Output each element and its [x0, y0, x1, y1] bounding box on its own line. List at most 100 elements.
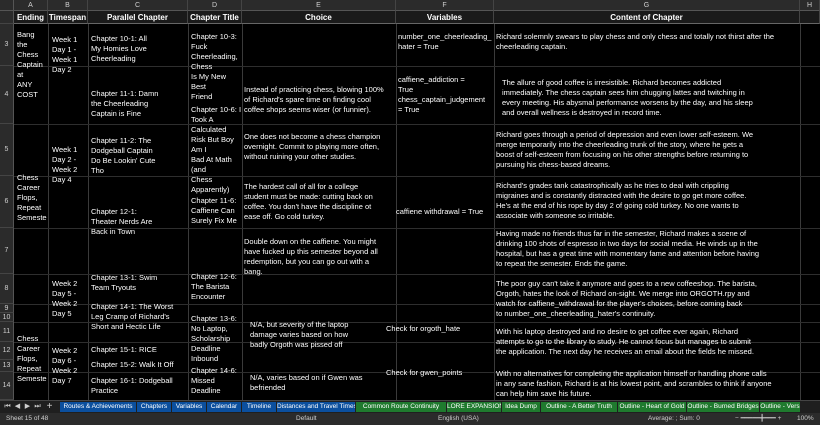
cell-variables[interactable]: number_one_cheerleading_ hater = True	[398, 32, 494, 52]
header-parallel-chapter[interactable]: Parallel Chapter	[88, 11, 188, 24]
cell-parallel-chapter[interactable]: Chapter 10-1: All My Homies Love Cheerle…	[91, 34, 187, 64]
row-header[interactable]: 3	[0, 24, 14, 66]
cell-chapter-title[interactable]: Chapter 14-6: Missed Deadline	[191, 366, 243, 396]
header-variables[interactable]: Variables	[396, 11, 494, 24]
sheet-tab[interactable]: Routes & Achievements	[60, 402, 136, 412]
cell-chapter-title[interactable]: Chapter 11-6: Caffiene Can Surely Fix Me	[191, 196, 243, 226]
column-header-h[interactable]: H	[800, 0, 820, 11]
row-header[interactable]: 14	[0, 372, 14, 400]
cell-choice[interactable]: One does not become a chess champion ove…	[244, 132, 396, 162]
sheet-tab[interactable]: Calendar	[207, 402, 241, 412]
cell-parallel-chapter[interactable]: Chapter 14-1: The Worst Leg Cramp of Ric…	[91, 302, 187, 332]
row-header-header[interactable]	[0, 11, 14, 24]
row-header[interactable]: 7	[0, 228, 14, 274]
row-header[interactable]: 6	[0, 176, 14, 228]
cell-variables[interactable]: caffiene_addiction = True chess_captain_…	[398, 75, 494, 115]
cell-chapter-title[interactable]: Chapter 13-6: No Laptop, Scholarship Dea…	[191, 314, 243, 364]
last-sheet-icon[interactable]: ⏭	[33, 402, 42, 412]
header-ending[interactable]: Ending	[14, 11, 48, 24]
cell-timespan[interactable]: Week 2 Day 5 - Week 2 Day 5	[52, 279, 88, 319]
cell-choice[interactable]: N/A, varies based on if Gwen was befrien…	[250, 373, 390, 393]
sheet-tab[interactable]: Outline - Vers	[760, 402, 800, 412]
zoom-level[interactable]: 100%	[797, 413, 814, 425]
row-header[interactable]: 8	[0, 274, 14, 304]
cell-timespan[interactable]: Week 1 Day 2 - Week 2 Day 4	[52, 145, 88, 185]
grid-line	[800, 24, 801, 400]
row-header[interactable]: 10	[0, 313, 14, 322]
cell-choice[interactable]: The hardest call of all for a college st…	[244, 182, 396, 222]
cell-variables[interactable]: Check for orgoth_hate	[386, 324, 494, 334]
sheet-tab[interactable]: Timeline	[242, 402, 276, 412]
sheet-tab[interactable]: Common Route Continuity	[356, 402, 446, 412]
bottom-bar: ⏮ ◀ ▶ ⏭ + Routes & Achievements Chapters V…	[0, 400, 820, 425]
column-header-f[interactable]: F	[396, 0, 494, 11]
cell-content[interactable]: With his laptop destroyed and no desire …	[496, 327, 800, 357]
zoom-slider[interactable]: − ━━━━━╋━━━ +	[735, 413, 781, 425]
selection-summary[interactable]: Average: ; Sum: 0	[648, 413, 700, 425]
row-header[interactable]: 5	[0, 124, 14, 176]
cell-choice[interactable]: Double down on the caffiene. You might h…	[244, 237, 396, 277]
row-header[interactable]: 12	[0, 342, 14, 360]
cell-timespan[interactable]: Week 2 Day 6 - Week 2 Day 7	[52, 346, 88, 386]
column-header-b[interactable]: B	[48, 0, 88, 11]
cell-chapter-title[interactable]: Chapter 12-6: The Barista Encounter	[191, 272, 243, 302]
cell-content[interactable]: Richard goes through a period of depress…	[496, 130, 800, 170]
sheet-tab[interactable]: Chapters	[137, 402, 171, 412]
sheet-tab[interactable]: Variables	[172, 402, 206, 412]
sheet-tab-bar: ⏮ ◀ ▶ ⏭ + Routes & Achievements Chapters V…	[0, 400, 820, 413]
sheet-tab[interactable]: Outline - Burned Bridges	[687, 402, 759, 412]
header-chapter-title[interactable]: Chapter Title	[188, 11, 242, 24]
sheet-tab[interactable]: Outline - A Better Truth	[541, 402, 617, 412]
grid-line	[494, 24, 495, 400]
cell-content[interactable]: The allure of good coffee is irresistibl…	[502, 78, 800, 118]
grid-line	[14, 66, 820, 67]
header-content-of-chapter[interactable]: Content of Chapter	[494, 11, 800, 24]
column-header-a[interactable]: A	[14, 0, 48, 11]
prev-sheet-icon[interactable]: ◀	[13, 402, 22, 412]
spreadsheet-grid[interactable]: A B C D E F G H Ending Timespan Parallel…	[0, 0, 820, 400]
cell-chapter-title[interactable]: Chapter 10-6: I Took A Calculated Risk B…	[191, 105, 243, 195]
page-style[interactable]: Default	[296, 413, 317, 425]
cell-choice[interactable]: Instead of practicing chess, blowing 100…	[244, 85, 396, 115]
cell-content[interactable]: Richard solemnly swears to play chess an…	[496, 32, 800, 52]
cell-ending[interactable]: Chess Career Flops, Repeat Semester	[17, 173, 47, 223]
sheet-tab[interactable]: LORE EXPANSION	[447, 402, 501, 412]
row-header[interactable]: 11	[0, 322, 14, 342]
cell-variables[interactable]: caffiene withdrawal = True	[396, 207, 494, 217]
sheet-tab[interactable]: Distances and Travel Times	[277, 402, 355, 412]
cell-parallel-chapter[interactable]: Chapter 12-1: Theater Nerds Are Back in …	[91, 207, 187, 237]
cell-parallel-chapter[interactable]: Chapter 15-2: Walk It Off	[91, 360, 187, 370]
cell-parallel-chapter[interactable]: Chapter 16-1: Dodgeball Practice	[91, 376, 187, 396]
cell-timespan[interactable]: Week 1 Day 1 - Week 1 Day 2	[52, 35, 88, 75]
cell-parallel-chapter[interactable]: Chapter 15-1: RICE	[91, 345, 187, 355]
next-sheet-icon[interactable]: ▶	[23, 402, 32, 412]
header-timespan[interactable]: Timespan	[48, 11, 88, 24]
header-blank[interactable]	[800, 11, 820, 24]
cell-parallel-chapter[interactable]: Chapter 11-2: The Dodgeball Captain Do B…	[91, 136, 187, 176]
cell-parallel-chapter[interactable]: Chapter 13-1: Swim Team Tryouts	[91, 273, 187, 293]
select-all-corner[interactable]	[0, 0, 14, 11]
column-header-d[interactable]: D	[188, 0, 242, 11]
add-sheet-icon[interactable]: +	[45, 402, 54, 412]
cell-parallel-chapter[interactable]: Chapter 11-1: Damn the Cheerleading Capt…	[91, 89, 187, 119]
cell-content[interactable]: With no alternatives for completing the …	[496, 369, 800, 399]
cell-ending[interactable]: Bang the Chess Captain at ANY COST	[17, 30, 47, 100]
column-header-c[interactable]: C	[88, 0, 188, 11]
row-header[interactable]: 13	[0, 360, 14, 372]
column-header-g[interactable]: G	[494, 0, 800, 11]
cell-choice[interactable]: N/A, but severity of the laptop damage v…	[250, 320, 390, 350]
sheet-tab[interactable]: Idea Dump	[502, 402, 540, 412]
cell-content[interactable]: The poor guy can't take it anymore and g…	[496, 279, 800, 319]
cell-variables[interactable]: Check for gwen_points	[386, 368, 494, 378]
language-indicator[interactable]: English (USA)	[438, 413, 479, 425]
row-header[interactable]: 9	[0, 304, 14, 313]
cell-content[interactable]: Having made no friends thus far in the s…	[496, 229, 800, 269]
column-header-e[interactable]: E	[242, 0, 396, 11]
cell-content[interactable]: Richard's grades tank catastrophically a…	[496, 181, 800, 221]
sheet-tab[interactable]: Outline - Heart of Gold	[618, 402, 686, 412]
first-sheet-icon[interactable]: ⏮	[3, 402, 12, 412]
row-header[interactable]: 4	[0, 66, 14, 124]
cell-chapter-title[interactable]: Chapter 10-3: Fuck Cheerleading, Chess I…	[191, 32, 243, 102]
header-choice[interactable]: Choice	[242, 11, 396, 24]
cell-ending[interactable]: Chess Career Flops, Repeat Semester	[17, 334, 47, 384]
